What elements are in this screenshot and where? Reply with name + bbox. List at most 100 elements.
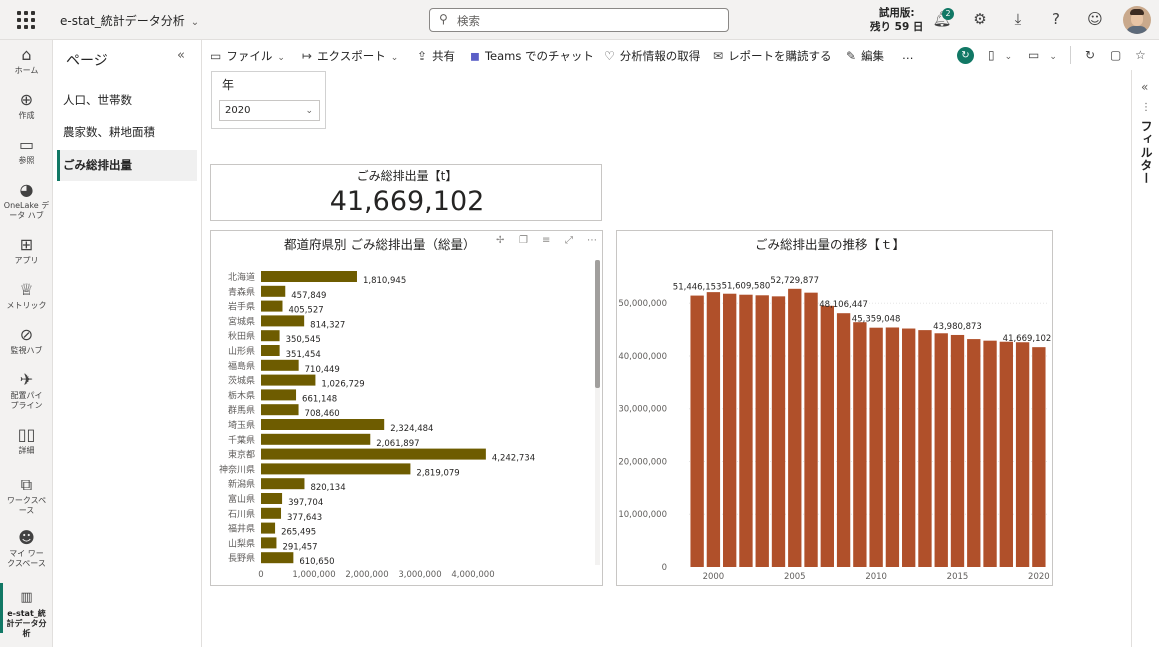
refresh-icon: ↻ [1085,48,1096,62]
data-label: 51,609,580 [722,282,771,292]
category-label: 福島県 [228,360,255,372]
filters-pane-collapsed[interactable]: « ⋮ フィルター [1131,70,1159,647]
y-tick-label: 0 [662,563,667,573]
edit-button[interactable]: ✎ 編集 [846,48,884,64]
rocket-icon: ✈ [19,370,34,389]
star-icon: ☆ [1135,48,1146,62]
chart-title: ごみ総排出量の推移【ｔ】 [755,237,906,252]
bar [261,345,280,356]
bar [261,493,283,504]
pin-icon[interactable]: ✢ [496,235,504,246]
trial-status[interactable]: 試用版: 残り 59 日 [870,6,923,34]
nav-monitor[interactable]: ⊘ 監視ハブ [0,326,53,356]
category-label: 茨城県 [228,375,255,387]
nav-apps[interactable]: ⊞ アプリ [0,236,53,266]
copy-icon[interactable]: ❐ [519,235,528,246]
x-tick-label: 1,000,000 [292,570,335,580]
prefecture-bar-chart[interactable]: 北海道 1,810,945 青森県 457,849 岩手県 405,527 宮城県 814,3… [210,230,603,586]
data-label: 48,106,447 [819,300,868,310]
more-options-icon[interactable]: ⋯ [587,235,597,246]
insights-button[interactable]: ♡ 分析情報の取得 [604,48,700,64]
pencil-icon: ✎ [846,49,857,63]
x-tick-label: 0 [258,570,263,580]
search-input[interactable]: ⚲ 検索 [429,8,729,32]
pages-pane: ページ « 人口、世帯数 農家数、耕地面積 ごみ総排出量 [53,40,202,647]
collapse-icon[interactable]: « [177,48,185,63]
favorite-button[interactable]: ☆ [1135,48,1151,62]
nav-pipelines[interactable]: ✈ 配置パイプライン [0,371,53,411]
download-icon[interactable]: ⤓ [1008,10,1028,28]
bar [261,463,411,475]
page-item-waste[interactable]: ごみ総排出量 [57,150,197,181]
data-label: 457,849 [291,291,326,301]
page-item-population[interactable]: 人口、世帯数 [57,85,197,116]
teams-chat-button[interactable]: ◼ Teams でのチャット [470,48,594,64]
category-label: 秋田県 [228,330,255,342]
scrollbar-thumb[interactable] [595,260,600,388]
more-button[interactable]: … [902,48,914,62]
refresh-button[interactable]: ↻ [1085,48,1100,62]
data-label: 265,495 [281,528,316,538]
nav-browse[interactable]: ▭ 参照 [0,136,53,166]
trend-column-chart[interactable]: 0 10,000,000 20,000,000 30,000,000 40,000,00… [616,230,1053,586]
refresh-status-icon[interactable]: ↻ [957,47,974,64]
file-menu[interactable]: ▭ ファイル ⌄ [210,48,285,64]
chevron-down-icon: ⌄ [1004,52,1013,62]
folder-icon: ▭ [18,135,35,154]
export-menu[interactable]: ↦ エクスポート ⌄ [302,48,398,64]
app-launcher-icon[interactable] [17,11,35,29]
chevron-down-icon: ⌄ [305,106,313,116]
bar [739,294,753,567]
bar [869,327,883,567]
x-tick-label: 2010 [865,572,887,582]
bar [261,271,357,282]
bar [902,328,916,567]
bar [261,300,283,312]
nav-metrics[interactable]: ♕ メトリック [0,281,53,311]
nav-home[interactable]: ⌂ ホーム [0,46,53,76]
bar [755,295,769,567]
nav-my-workspace[interactable]: ☻ マイ ワークスペース [0,529,53,569]
nav-create[interactable]: ⊕ 作成 [0,91,53,121]
category-label: 新潟県 [228,478,255,490]
nav-current-report[interactable]: ▥ e-stat_統計データ分析 [0,589,53,639]
nav-learn[interactable]: ▯▯ 詳細 [0,426,53,456]
bar [261,448,486,460]
share-button[interactable]: ⇪ 共有 [417,48,455,64]
focus-mode-icon[interactable]: ⤢ [565,235,573,246]
category-label: 岩手県 [228,301,255,313]
bookmark-menu[interactable]: ▯ ⌄ [988,48,1012,62]
feedback-icon[interactable]: ☺ [1085,10,1105,28]
bar [261,404,299,416]
bar [853,322,867,567]
bar [261,359,299,371]
pages-title: ページ [66,53,108,69]
subscribe-icon: ✉ [713,49,724,63]
subscribe-button[interactable]: ✉ レポートを購読する [713,48,832,64]
workspaces-icon: ⧉ [20,475,33,494]
workspace-title[interactable]: e-stat_統計データ分析 ⌄ [60,12,199,29]
data-label: 710,449 [305,365,340,375]
apps-icon: ⊞ [19,235,34,254]
nav-onelake[interactable]: ◕ OneLake データ ハブ [0,181,53,221]
filter-icon[interactable]: ≡ [542,235,550,246]
page-item-farms[interactable]: 農家数、耕地面積 [57,117,197,148]
year-slicer: 年 2020 ⌄ [211,71,326,129]
year-dropdown[interactable]: 2020 ⌄ [219,100,320,121]
plus-circle-icon: ⊕ [19,90,34,109]
help-icon[interactable]: ? [1046,10,1066,28]
nav-workspaces[interactable]: ⧉ ワークスペース [0,476,53,516]
bar [261,537,277,549]
expand-icon[interactable]: « [1141,80,1148,94]
category-label: 石川県 [228,509,255,520]
view-menu[interactable]: ▭ ⌄ [1028,48,1057,62]
avatar[interactable] [1123,6,1151,34]
x-tick-label: 3,000,000 [398,570,441,580]
gear-icon[interactable]: ⚙ [970,10,990,28]
report-icon: ▥ [20,590,33,605]
chart-title: 都道府県別 ごみ総排出量（総量） [284,237,476,252]
data-label: 708,460 [305,409,340,419]
data-label: 41,669,102 [1003,334,1052,344]
comment-button[interactable]: ▢ [1110,48,1126,62]
card-value: 41,669,102 [329,186,485,217]
